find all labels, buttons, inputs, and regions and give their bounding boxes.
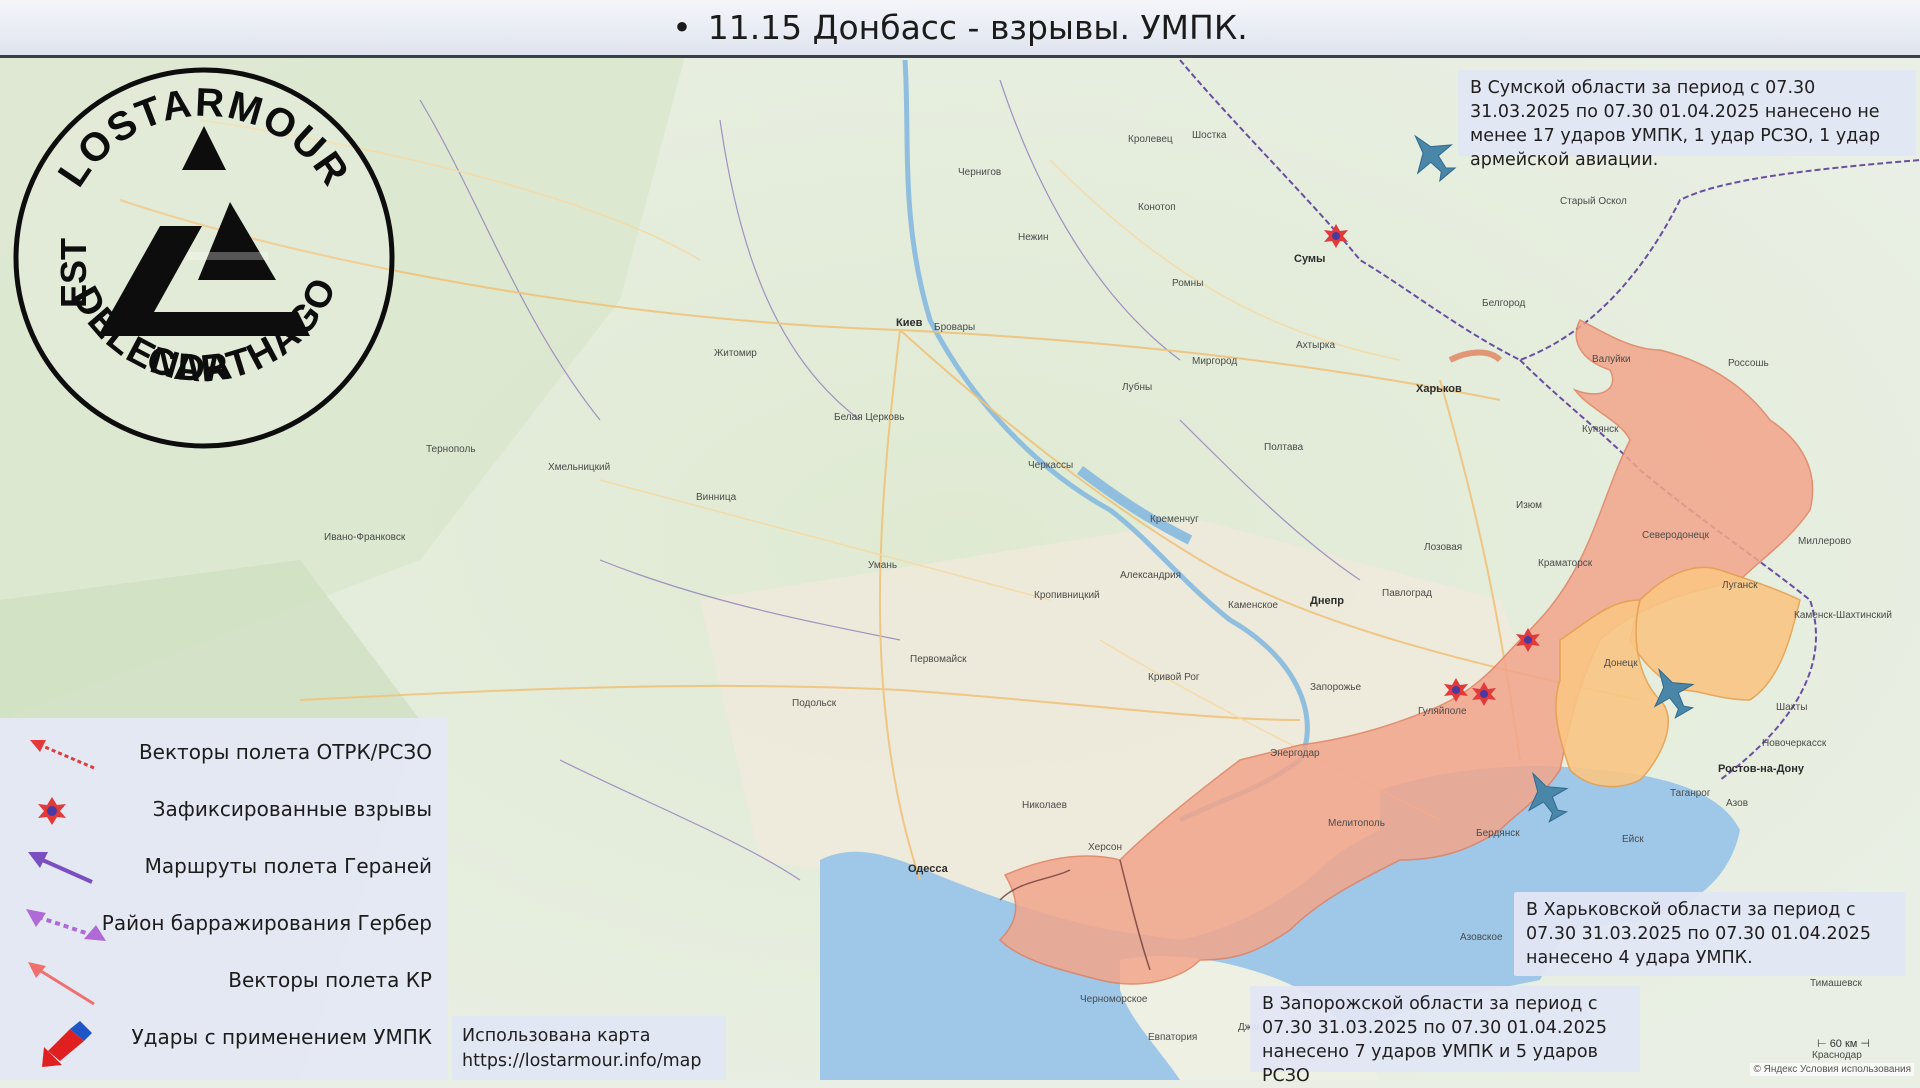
info-box-kharkov: В Харьковской области за период с 07.30 … [1514, 892, 1906, 976]
purple-arrow-icon [28, 852, 93, 884]
city-label: Бровары [934, 322, 975, 333]
city-label: Новочеркасск [1762, 738, 1827, 749]
legend-item: Векторы полета КР [0, 954, 448, 1010]
legend-label: Маршруты полета Гераней [144, 854, 432, 878]
city-label: Чернигов [958, 167, 1001, 178]
legend-item: Маршруты полета Гераней [0, 840, 448, 896]
legend: Векторы полета ОТРК/РСЗО Зафиксированные… [0, 718, 448, 1080]
city-label: Гуляйполе [1418, 706, 1467, 717]
map-attribution[interactable]: © Яндекс Условия использования [1750, 1063, 1914, 1076]
city-label: Сумы [1294, 253, 1325, 265]
city-label: Валуйки [1592, 354, 1631, 365]
explosion-icon [38, 797, 66, 825]
city-label: Бердянск [1476, 828, 1520, 839]
city-label: Каменское [1228, 600, 1278, 611]
purple-dotted-double-arrow-icon [26, 909, 106, 941]
legend-item: Район барражирования Гербер [0, 897, 448, 953]
legend-label: Векторы полета ОТРК/РСЗО [138, 740, 432, 764]
city-label: Ивано-Франковск [324, 532, 406, 543]
city-label: Кременчуг [1150, 514, 1199, 525]
city-label: Первомайск [910, 654, 967, 665]
legend-item: Зафиксированные взрывы [0, 783, 448, 839]
info-box-zaporozhye: В Запорожской области за период с 07.30 … [1250, 986, 1640, 1086]
city-label: Каменск-Шахтинский [1794, 610, 1892, 621]
city-label: Днепр [1310, 595, 1344, 607]
city-label: Лозовая [1424, 542, 1462, 553]
city-label: Шахты [1776, 702, 1807, 713]
city-label: Тернополь [426, 444, 476, 455]
city-label: Винница [696, 492, 737, 503]
city-label: Донецк [1604, 658, 1638, 669]
logo-text-left: EST [53, 238, 94, 308]
city-label: Киев [896, 317, 923, 329]
city-label: Черноморское [1080, 994, 1148, 1005]
legend-label: Зафиксированные взрывы [152, 797, 432, 821]
legend-label: Район барражирования Гербер [101, 911, 432, 935]
city-label: Белгород [1482, 298, 1526, 309]
city-label: Ростов-на-Дону [1718, 763, 1805, 775]
city-label: Таганрог [1670, 788, 1711, 799]
legend-item: Векторы полета ОТРК/РСЗО [0, 726, 448, 782]
map-source-label: Использована карта [462, 1026, 651, 1046]
city-label: Ахтырка [1296, 340, 1335, 351]
city-label: Черкассы [1028, 460, 1073, 471]
city-label: Тимашевск [1810, 978, 1862, 989]
city-label: Шостка [1192, 130, 1227, 141]
city-label: Умань [868, 560, 897, 571]
city-label: Ромны [1172, 278, 1203, 289]
city-label: Кривой Рог [1148, 672, 1200, 683]
city-label: Кропивницкий [1034, 590, 1100, 601]
city-label: Россошь [1728, 358, 1769, 369]
legend-item: Удары с применением УМПК [0, 1011, 448, 1067]
city-label: Полтава [1264, 442, 1304, 453]
legend-label: Векторы полета КР [228, 968, 432, 992]
city-label: Павлоград [1382, 588, 1432, 599]
city-label: Миргород [1192, 356, 1237, 367]
info-box-sumy: В Сумской области за период с 07.30 31.0… [1458, 70, 1916, 170]
city-label: Николаев [1022, 800, 1067, 811]
city-label: Харьков [1416, 383, 1462, 395]
page-title: 11.15 Донбасс - взрывы. УМПК. [672, 8, 1248, 47]
city-label: Мелитополь [1328, 818, 1385, 829]
city-label: Азовское [1460, 932, 1503, 943]
city-label: Подольск [792, 698, 837, 709]
dotted-red-arrow-icon [30, 740, 95, 770]
city-label: Азов [1726, 798, 1748, 809]
red-bomb-arrow-icon [42, 1021, 92, 1067]
red-line-arrow-icon [28, 962, 95, 1006]
title-bar: 11.15 Донбасс - взрывы. УМПК. [0, 0, 1920, 58]
city-label: Старый Оскол [1560, 196, 1627, 207]
city-label: Александрия [1120, 570, 1181, 581]
map-scale: ⊢ 60 км ⊣ [1817, 1038, 1870, 1050]
scale-label: 60 км [1829, 1038, 1858, 1050]
map-source-box: Использована карта https://lostarmour.in… [452, 1016, 726, 1080]
city-label: Изюм [1516, 500, 1542, 511]
city-label: Хмельницкий [548, 462, 610, 473]
city-label: Кролевец [1128, 134, 1173, 145]
city-label: Лубны [1122, 381, 1152, 393]
city-label: Ейск [1622, 834, 1644, 845]
legend-label: Удары с применением УМПК [131, 1025, 432, 1049]
city-label: Нежин [1018, 232, 1048, 243]
city-label: Краснодар [1812, 1050, 1862, 1061]
city-label: Белая Церковь [834, 412, 904, 423]
city-label: Херсон [1088, 842, 1122, 853]
map-source-link[interactable]: https://lostarmour.info/map [462, 1049, 716, 1074]
city-label: Конотоп [1138, 202, 1176, 213]
city-label: Энергодар [1270, 748, 1320, 759]
city-label: Евпатория [1148, 1032, 1197, 1043]
city-label: Запорожье [1310, 682, 1361, 693]
lostarmour-logo: LOSTARMOUR CARTHAGO DELENDA EST [13, 67, 395, 449]
city-label: Луганск [1722, 580, 1758, 591]
city-label: Одесса [908, 863, 949, 875]
city-label: Житомир [714, 348, 757, 359]
city-label: Краматорск [1538, 558, 1593, 569]
city-label: Северодонецк [1642, 530, 1710, 541]
city-label: Купянск [1582, 424, 1619, 435]
city-label: Миллерово [1798, 536, 1851, 547]
